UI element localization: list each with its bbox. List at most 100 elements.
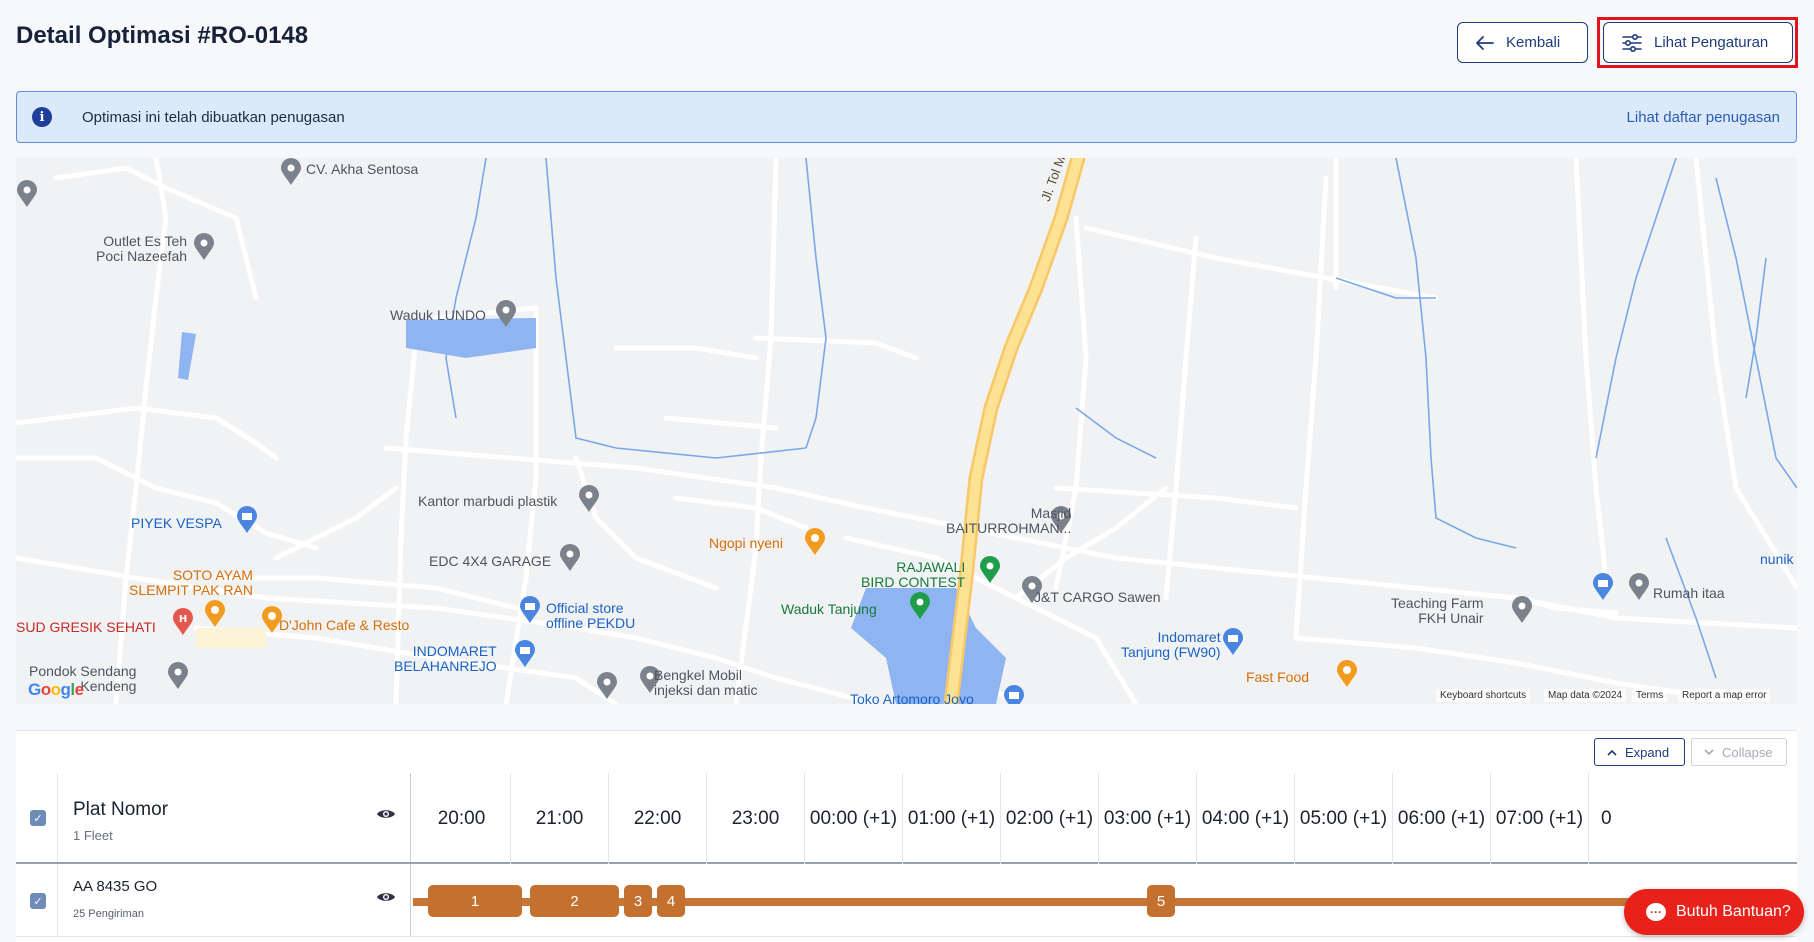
map-pin-green-icon[interactable]: [909, 592, 931, 620]
timeline-header-row: ✓ Plat Nomor 1 Fleet 20:00 21:00 22:00 2…: [16, 773, 1797, 864]
arrow-left-icon: [1476, 35, 1494, 50]
report-map-error-link[interactable]: Report a map error: [1678, 689, 1771, 702]
time-slot-header: 20:00: [413, 773, 511, 864]
map-label: Official store offline PEKDU: [546, 600, 636, 631]
map-label: EDC 4X4 GARAGE: [429, 553, 552, 569]
sliders-icon: [1622, 33, 1642, 52]
map-label: Indomaret Tanjung (FW90): [1121, 629, 1221, 660]
collapse-button[interactable]: Collapse: [1691, 738, 1787, 766]
map-pin-shop-icon[interactable]: [236, 506, 258, 534]
info-message: Optimasi ini telah dibuatkan penugasan: [82, 108, 345, 126]
map-label: J&T CARGO Sawen: [1034, 589, 1161, 605]
chat-icon: [1646, 903, 1666, 921]
map-label: nunik: [1760, 551, 1794, 567]
map-pin-icon[interactable]: [578, 485, 600, 513]
map-label: Kantor marbudi plastik: [418, 493, 558, 509]
map-label: D'John Cafe & Resto: [279, 617, 410, 633]
time-slot-header: 02:00 (+1): [1001, 773, 1099, 864]
vehicle-delivery-count: 25 Pengiriman: [73, 908, 144, 920]
time-slot-header: 01:00 (+1): [903, 773, 1001, 864]
vehicle-timeline: 1 2 3 4 5: [413, 864, 1797, 937]
vehicle-row-checkbox[interactable]: ✓: [30, 893, 46, 909]
terms-link[interactable]: Terms: [1632, 689, 1668, 702]
map-pin-icon[interactable]: [495, 300, 517, 328]
map-label: INDOMARET BELAHANREJO: [394, 643, 497, 674]
time-slot-header: 04:00 (+1): [1197, 773, 1295, 864]
expand-button[interactable]: Expand: [1594, 738, 1685, 766]
map-pin-icon[interactable]: [596, 672, 618, 700]
map-label: Waduk Tanjung: [781, 601, 877, 617]
map-pin-food-icon[interactable]: [804, 528, 826, 556]
map-pin-food-icon[interactable]: [1336, 660, 1358, 688]
time-slot-header: 00:00 (+1): [805, 773, 903, 864]
route-segment[interactable]: 1: [428, 885, 522, 917]
map-label: Rumah itaa: [1653, 585, 1725, 601]
time-slot-header: 23:00: [707, 773, 805, 864]
vehicle-row: ✓ AA 8435 GO 25 Pengiriman 1 2 3 4 5: [16, 864, 1797, 937]
map-pin-shop-icon[interactable]: [1222, 628, 1244, 656]
map-label: Ngopi nyeni: [709, 535, 783, 551]
time-slot-header: 0: [1601, 807, 1612, 829]
eye-icon[interactable]: [376, 890, 396, 904]
map-pin-icon[interactable]: [193, 233, 215, 261]
map-label: Fast Food: [1246, 669, 1310, 685]
fleet-header-title: Plat Nomor: [73, 799, 169, 820]
map-data-text: Map data ©2024: [1544, 689, 1627, 702]
map-pin-shop-icon[interactable]: [1592, 573, 1614, 601]
keyboard-shortcuts-link[interactable]: Keyboard shortcuts: [1436, 689, 1531, 702]
route-map[interactable]: H CV. Akha Sentosa Outlet Es Teh Poci Na…: [16, 158, 1797, 704]
map-pin-icon[interactable]: [559, 544, 581, 572]
map-pin-icon[interactable]: [16, 180, 38, 208]
time-slot-header: 21:00: [511, 773, 609, 864]
time-slot-header: 07:00 (+1): [1491, 773, 1589, 864]
route-segment[interactable]: 2: [530, 885, 619, 917]
vehicle-plate: AA 8435 GO: [73, 878, 158, 895]
back-button-label: Kembali: [1506, 34, 1561, 51]
route-line: [413, 898, 1797, 906]
map-label: SOTO AYAM SLEMPIT PAK RAN: [129, 567, 253, 598]
route-segment[interactable]: 5: [1147, 885, 1175, 917]
select-all-checkbox[interactable]: ✓: [30, 810, 46, 826]
map-pin-hospital-icon[interactable]: H: [172, 608, 194, 636]
map-pin-food-icon[interactable]: [204, 600, 226, 628]
map-pin-icon[interactable]: [280, 158, 302, 186]
map-label: Waduk LUNDO: [390, 307, 486, 323]
back-button[interactable]: Kembali: [1457, 22, 1588, 63]
help-button-label: Butuh Bantuan?: [1676, 903, 1791, 920]
fleet-header-cell: Plat Nomor 1 Fleet: [57, 773, 411, 862]
map-label: CV. Akha Sentosa: [306, 161, 419, 177]
time-slot-header: 06:00 (+1): [1393, 773, 1491, 864]
view-settings-button[interactable]: Lihat Pengaturan: [1603, 22, 1793, 63]
map-label: RAJAWALI BIRD CONTEST: [861, 559, 966, 590]
chevron-up-icon: [1607, 749, 1617, 756]
map-pin-icon[interactable]: [167, 662, 189, 690]
map-label: Bengkel Mobil injeksi dan matic: [654, 667, 758, 698]
route-segment[interactable]: 3: [624, 885, 652, 917]
map-label: Masjid BAITURROHMAN...: [946, 505, 1072, 536]
map-label: PIYEK VESPA: [131, 515, 222, 531]
collapse-label: Collapse: [1722, 744, 1773, 760]
assignment-list-link[interactable]: Lihat daftar penugasan: [1627, 109, 1780, 126]
chevron-down-icon: [1704, 748, 1714, 755]
page-title: Detail Optimasi #RO-0148: [16, 22, 309, 49]
svg-text:H: H: [179, 614, 187, 625]
help-button[interactable]: Butuh Bantuan?: [1624, 889, 1804, 935]
map-pin-icon[interactable]: [1628, 573, 1650, 601]
expand-label: Expand: [1625, 744, 1670, 760]
map-label: SUD GRESIK SEHATI: [16, 619, 156, 635]
map-pin-shop-icon[interactable]: [514, 640, 536, 668]
map-label: Outlet Es Teh Poci Nazeefah: [96, 233, 188, 264]
map-pin-icon[interactable]: [1511, 596, 1533, 624]
route-segment[interactable]: 4: [657, 885, 685, 917]
fleet-header-subtitle: 1 Fleet: [73, 828, 113, 843]
info-icon: i: [32, 107, 52, 127]
map-label: Teaching Farm FKH Unair: [1391, 595, 1484, 626]
map-pin-shop-icon[interactable]: [519, 596, 541, 624]
map-pin-shop-icon[interactable]: [1003, 685, 1025, 704]
map-pin-green-icon[interactable]: [979, 556, 1001, 584]
view-settings-label: Lihat Pengaturan: [1654, 34, 1769, 51]
eye-icon[interactable]: [376, 807, 396, 821]
time-slot-header: 05:00 (+1): [1295, 773, 1393, 864]
vehicle-cell: AA 8435 GO 25 Pengiriman: [57, 864, 411, 936]
time-slot-header: 22:00: [609, 773, 707, 864]
